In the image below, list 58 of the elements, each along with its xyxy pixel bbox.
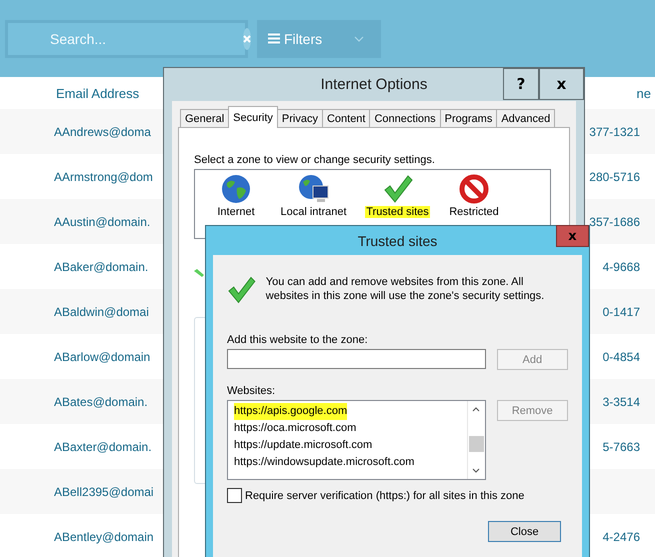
field-label: Add this website to the zone: [227, 334, 369, 346]
website-item[interactable]: https://update.microsoft.com [234, 437, 372, 454]
scroll-thumb[interactable] [468, 436, 484, 452]
column-header[interactable]: Email Address [56, 86, 140, 100]
prohibited-icon [459, 174, 489, 204]
globe-icon [221, 174, 251, 204]
phone-text: 0-4854 [602, 350, 640, 364]
phone-text: 5-7663 [602, 440, 640, 454]
chevron-up-icon [472, 407, 480, 412]
email-link[interactable]: ABell2395@domai [54, 484, 154, 498]
caption-x-button[interactable]: x [539, 68, 584, 100]
column-header[interactable]: ne [636, 86, 651, 100]
search-field[interactable]: Search... [5, 20, 248, 58]
chevron-down-icon [354, 36, 364, 42]
phone-text: 280-5716 [589, 170, 640, 184]
close-button[interactable]: Close [488, 521, 561, 542]
phone-text: 377-1321 [589, 124, 640, 138]
verify-checkbox[interactable]: Require server verification (https:) for all sites in this zone [227, 488, 568, 503]
clear-button[interactable] [243, 28, 251, 50]
email-link[interactable]: ABarlow@domain [54, 350, 150, 364]
window-title: Trusted sites [358, 232, 438, 248]
website-item[interactable]: https://windowsupdate.microsoft.com [234, 454, 414, 471]
email-link[interactable]: ABaxter@domain. [54, 440, 152, 454]
phone-text: 3-3514 [602, 394, 640, 408]
globe-monitor-icon [298, 174, 330, 204]
zone-item[interactable]: Internet [216, 206, 256, 218]
close-icon [243, 34, 251, 42]
caption-x-button[interactable]: x [556, 225, 589, 247]
email-link[interactable]: AArmstrong@dom [54, 170, 153, 184]
description-text: You can add and remove websites from this zone. All websites in this zone will use the zone's security settings. [266, 275, 546, 303]
zone-item[interactable]: Trusted sites [365, 206, 430, 218]
chevron-down-icon [472, 468, 480, 473]
search-input[interactable]: Search... [24, 30, 233, 48]
tab[interactable]: Security [228, 106, 278, 128]
tab[interactable]: Advanced [496, 109, 556, 128]
email-link[interactable]: ABates@domain. [54, 394, 148, 408]
menu-icon [268, 33, 280, 44]
scrollbar[interactable] [466, 401, 485, 479]
email-link[interactable]: AAndrews@doma [54, 124, 151, 138]
phone-text: 4-2476 [602, 530, 640, 544]
email-link[interactable]: AAustin@domain. [54, 214, 150, 228]
zone-item[interactable]: Local intranet [279, 206, 348, 218]
website-input[interactable] [227, 349, 486, 369]
tab[interactable]: General [180, 109, 230, 128]
email-link[interactable]: ABaldwin@domai [54, 304, 149, 318]
phone-text: 357-1686 [589, 214, 640, 228]
help-button[interactable]: ? [503, 68, 539, 100]
websites-list[interactable]: https://apis.google.com https://oca.microsoft.com https://update.microsoft.com https://windowsupdate.microsoft.com [227, 400, 486, 480]
website-item[interactable]: https://oca.microsoft.com [234, 420, 356, 437]
website-item[interactable]: https://apis.google.com [234, 403, 348, 420]
phone-text: 0-1417 [602, 304, 640, 318]
email-link[interactable]: ABaker@domain. [54, 260, 148, 274]
window-title: Internet Options [320, 76, 428, 93]
email-link[interactable]: ABentley@domain [54, 530, 154, 544]
zone-prompt: Select a zone to view or change security settings. [194, 154, 436, 166]
phone-text: 4-9668 [602, 260, 640, 274]
zone-item[interactable]: Restricted [448, 206, 500, 218]
list-label: Websites: [227, 385, 276, 397]
